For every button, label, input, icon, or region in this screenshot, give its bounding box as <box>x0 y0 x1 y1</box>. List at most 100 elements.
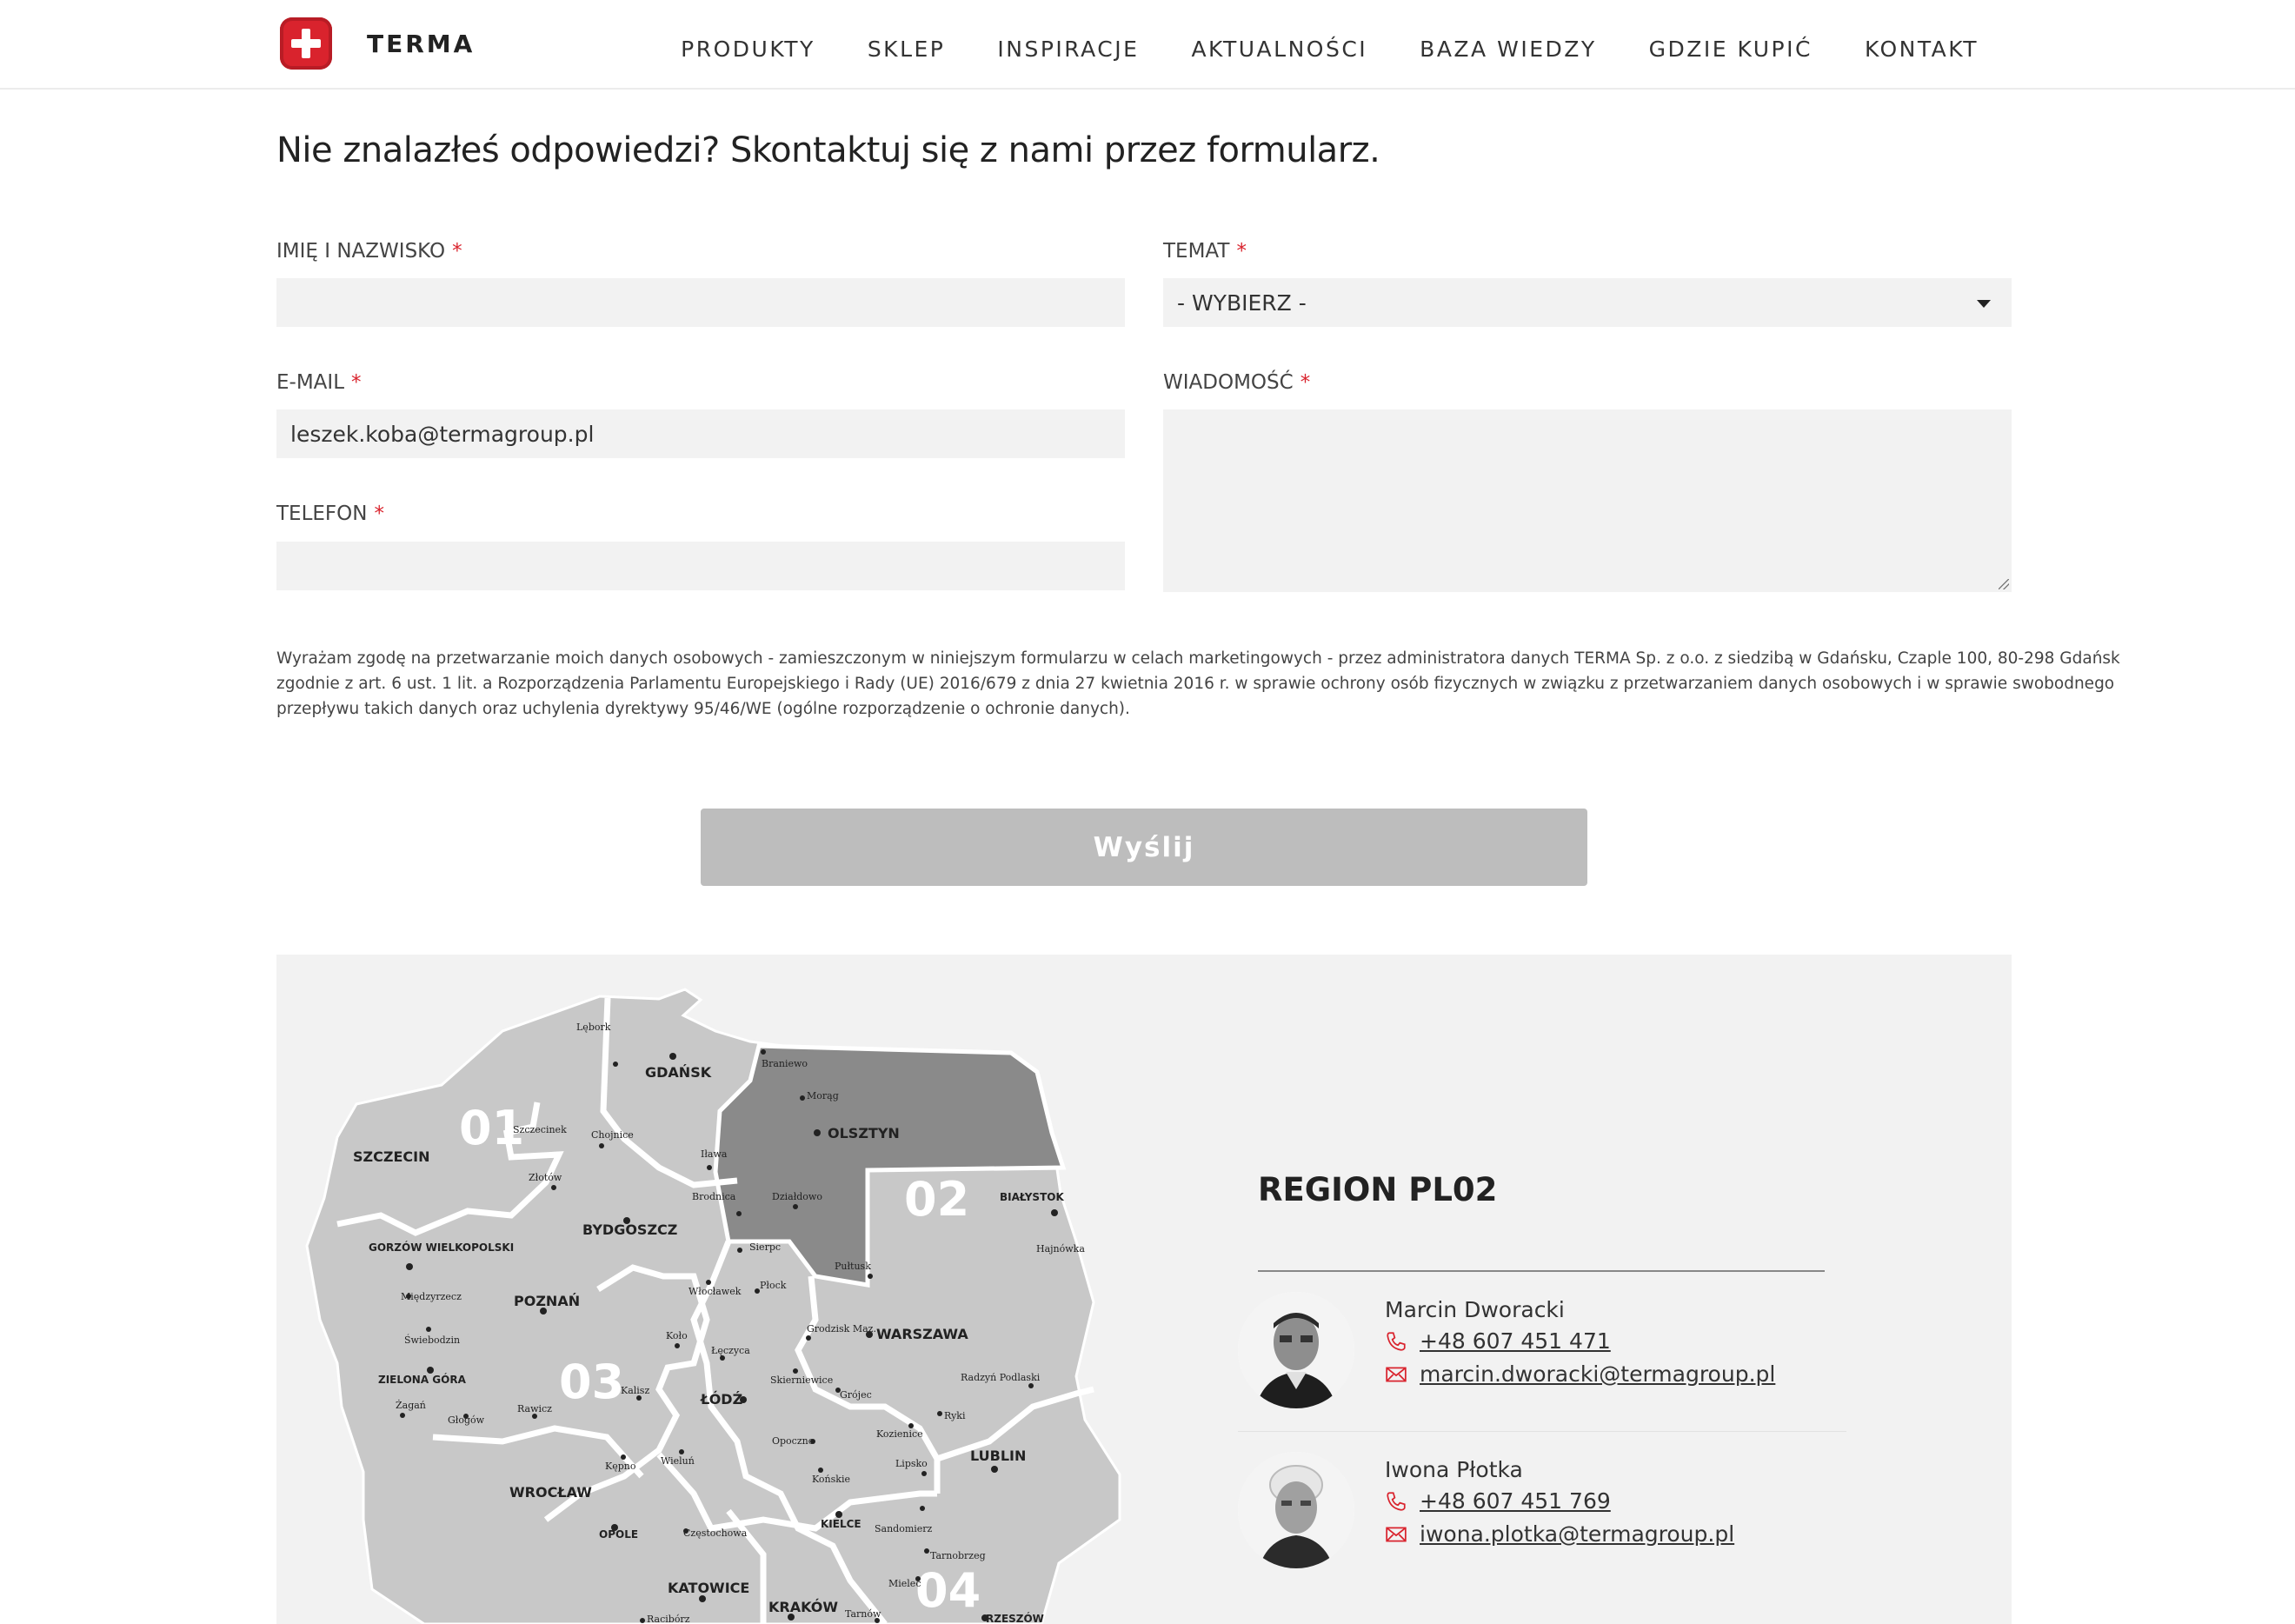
map-city-label: Żagań <box>396 1399 426 1411</box>
email-field[interactable]: leszek.koba@termagroup.pl <box>276 409 1125 458</box>
map-city-dot <box>551 1185 556 1190</box>
map-city-label: Płock <box>760 1280 787 1291</box>
poland-regions-map[interactable]: 01 02 03 04 GDAŃSK OLSZTYN SZCZECIN BYDG… <box>276 955 1146 1624</box>
topic-select[interactable]: - WYBIERZ - <box>1163 278 2012 327</box>
divider <box>1258 1270 1825 1272</box>
map-city-label: Lębork <box>576 1022 611 1033</box>
map-region-number: 03 <box>559 1354 624 1409</box>
map-city-dot <box>736 1211 742 1216</box>
message-textarea[interactable] <box>1163 409 2012 592</box>
contact-phone-link[interactable]: +48 607 451 471 <box>1420 1328 1611 1354</box>
required-mark: * <box>1300 371 1311 394</box>
map-city-label: BIAŁYSTOK <box>1000 1191 1064 1203</box>
name-field[interactable] <box>276 278 1125 327</box>
map-city-dot <box>669 1053 676 1060</box>
topic-label: TEMAT * <box>1163 240 1247 263</box>
nav-item-gdzie-kupic[interactable]: GDZIE KUPIĆ <box>1649 37 1813 62</box>
map-city-label: SZCZECIN <box>353 1148 429 1165</box>
required-mark: * <box>351 371 362 394</box>
main-nav: PRODUKTY SKLEP INSPIRACJE AKTUALNOŚCI BA… <box>629 37 1979 62</box>
map-city-label: Ryki <box>944 1410 966 1421</box>
map-city-label: BYDGOSZCZ <box>582 1221 677 1238</box>
map-city-dot <box>818 1468 823 1473</box>
map-city-dot <box>814 1129 821 1136</box>
nav-item-baza-wiedzy[interactable]: BAZA WIEDZY <box>1420 37 1596 62</box>
required-mark: * <box>452 240 462 263</box>
map-city-dot <box>1028 1383 1034 1388</box>
nav-item-kontakt[interactable]: KONTAKT <box>1865 37 1979 62</box>
map-city-label: Łęczyca <box>711 1345 750 1356</box>
avatar <box>1238 1452 1354 1568</box>
map-city-label: Grójec <box>840 1389 872 1401</box>
required-mark: * <box>374 503 384 525</box>
map-city-label: POZNAŃ <box>514 1293 580 1309</box>
map-city-label: Brodnica <box>692 1191 736 1202</box>
nav-item-inspiracje[interactable]: INSPIRACJE <box>997 37 1139 62</box>
map-city-dot <box>640 1618 645 1623</box>
mail-icon <box>1386 1527 1407 1541</box>
avatar <box>1238 1292 1354 1408</box>
contact-email-link[interactable]: iwona.plotka@termagroup.pl <box>1420 1521 1734 1547</box>
map-city-dot <box>991 1466 998 1473</box>
brand-name: TERMA <box>367 29 476 58</box>
map-city-dot <box>835 1511 842 1518</box>
map-city-label: ŁÓDŹ <box>700 1391 742 1408</box>
map-city-dot <box>806 1335 811 1341</box>
map-city-label: OPOLE <box>599 1528 638 1541</box>
contact-card: Iwona Płotka +48 607 451 769 iwona.plotk… <box>1238 1452 1846 1582</box>
map-city-dot <box>800 1095 805 1101</box>
map-city-label: Koło <box>666 1330 688 1341</box>
phone-icon <box>1387 1331 1406 1351</box>
topic-selected-value: - WYBIERZ - <box>1177 290 1307 316</box>
contact-phone-link[interactable]: +48 607 451 769 <box>1420 1488 1611 1514</box>
map-city-dot <box>937 1411 942 1416</box>
map-city-label: Morąg <box>807 1090 839 1102</box>
map-city-dot <box>613 1062 618 1067</box>
nav-item-aktualnosci[interactable]: AKTUALNOŚCI <box>1191 37 1367 62</box>
map-city-label: KRAKÓW <box>768 1599 838 1615</box>
contact-email-row: iwona.plotka@termagroup.pl <box>1385 1521 1734 1547</box>
map-city-label: Częstochowa <box>683 1527 748 1539</box>
contact-email-row: marcin.dworacki@termagroup.pl <box>1385 1361 1775 1387</box>
submit-button[interactable]: Wyślij <box>701 809 1587 886</box>
resize-grip-icon[interactable] <box>1999 579 2009 589</box>
map-city-label: Działdowo <box>772 1191 822 1202</box>
map-city-label: Sandomierz <box>875 1523 933 1534</box>
map-city-label: Wieluń <box>661 1455 695 1467</box>
map-city-label: Radzyń Podlaski <box>961 1372 1041 1383</box>
map-city-dot <box>400 1413 405 1418</box>
phone-field[interactable] <box>276 542 1125 590</box>
nav-item-sklep[interactable]: SKLEP <box>868 37 946 62</box>
map-city-label: Kozienice <box>876 1428 923 1440</box>
map-city-label: Złotów <box>529 1172 562 1183</box>
consent-text: Wyrażam zgodę na przetwarzanie moich dan… <box>276 649 2120 718</box>
map-city-label: WARSZAWA <box>876 1326 968 1342</box>
map-city-dot <box>868 1274 873 1279</box>
map-city-label: Hajnówka <box>1036 1243 1085 1255</box>
map-city-dot <box>793 1368 798 1374</box>
map-city-label: OLSZTYN <box>828 1125 900 1141</box>
map-city-label: Grodzisk Maz. <box>807 1323 876 1334</box>
map-city-label: WROCŁAW <box>509 1484 592 1501</box>
map-city-dot <box>406 1263 413 1270</box>
map-city-label: Pułtusk <box>835 1261 871 1272</box>
divider <box>1238 1431 1846 1432</box>
nav-item-produkty[interactable]: PRODUKTY <box>681 37 815 62</box>
map-city-label: Sierpc <box>749 1241 781 1253</box>
map-city-label: Tarnów <box>845 1608 881 1620</box>
message-label: WIADOMOŚĆ * <box>1163 371 1311 394</box>
map-city-label: Lipsko <box>895 1458 928 1469</box>
terma-logo[interactable]: TERMA <box>280 17 475 70</box>
map-city-label: Międzyrzecz <box>401 1291 462 1302</box>
mail-icon <box>1386 1367 1407 1381</box>
region-title: REGION PL02 <box>1258 1171 1498 1208</box>
form-title: Nie znalazłeś odpowiedzi? Skontaktuj się… <box>276 130 1380 170</box>
phone-icon <box>1387 1491 1406 1511</box>
map-city-label: Kępno <box>605 1461 636 1472</box>
chevron-down-icon <box>1977 300 1991 308</box>
map-city-label: Rawicz <box>517 1403 552 1414</box>
map-city-label: Iława <box>701 1148 728 1160</box>
contact-email-link[interactable]: marcin.dworacki@termagroup.pl <box>1420 1361 1775 1387</box>
name-label: IMIĘ I NAZWISKO * <box>276 240 462 263</box>
map-city-dot <box>793 1204 798 1209</box>
